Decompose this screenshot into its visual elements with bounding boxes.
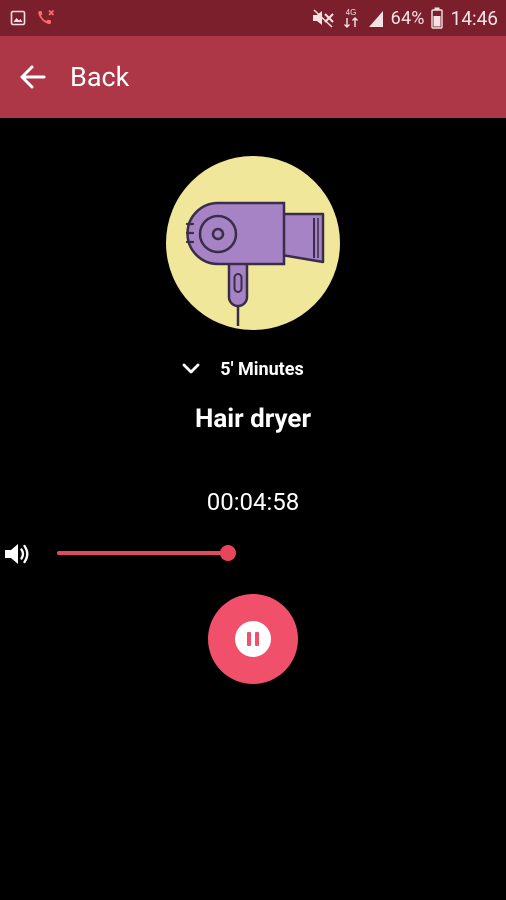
status-time: 14:46: [450, 6, 498, 30]
volume-slider[interactable]: [57, 540, 237, 566]
chevron-down-icon[interactable]: [180, 358, 202, 380]
battery-icon: [430, 7, 443, 29]
status-bar: 4G 64% 14:46: [0, 0, 506, 36]
gallery-notification-icon: [10, 10, 26, 26]
timer-display: 00:04:58: [206, 488, 300, 516]
status-bar-left: [10, 9, 56, 27]
back-button[interactable]: Back: [70, 61, 129, 93]
missed-call-icon: [36, 9, 56, 27]
mute-icon: [311, 8, 335, 28]
hair-dryer-icon: [166, 156, 340, 330]
data-4g-icon: 4G: [341, 7, 361, 29]
volume-slider-track[interactable]: [57, 551, 228, 555]
pause-button[interactable]: [208, 594, 298, 684]
duration-selector[interactable]: 5' Minutes: [0, 352, 506, 386]
signal-icon: [367, 8, 385, 28]
status-bar-right: 4G 64% 14:46: [311, 7, 498, 30]
volume-slider-thumb[interactable]: [220, 545, 236, 561]
sound-title: Hair dryer: [194, 404, 311, 434]
duration-label[interactable]: 5' Minutes: [220, 359, 303, 380]
hair-dryer-illustration: [166, 156, 340, 330]
pause-icon: [235, 621, 271, 657]
back-arrow-icon[interactable]: [18, 62, 48, 92]
network-type-text: 4G: [345, 8, 356, 17]
battery-percentage: 64%: [390, 7, 425, 29]
app-bar: Back: [0, 36, 506, 118]
volume-icon[interactable]: [3, 539, 33, 569]
